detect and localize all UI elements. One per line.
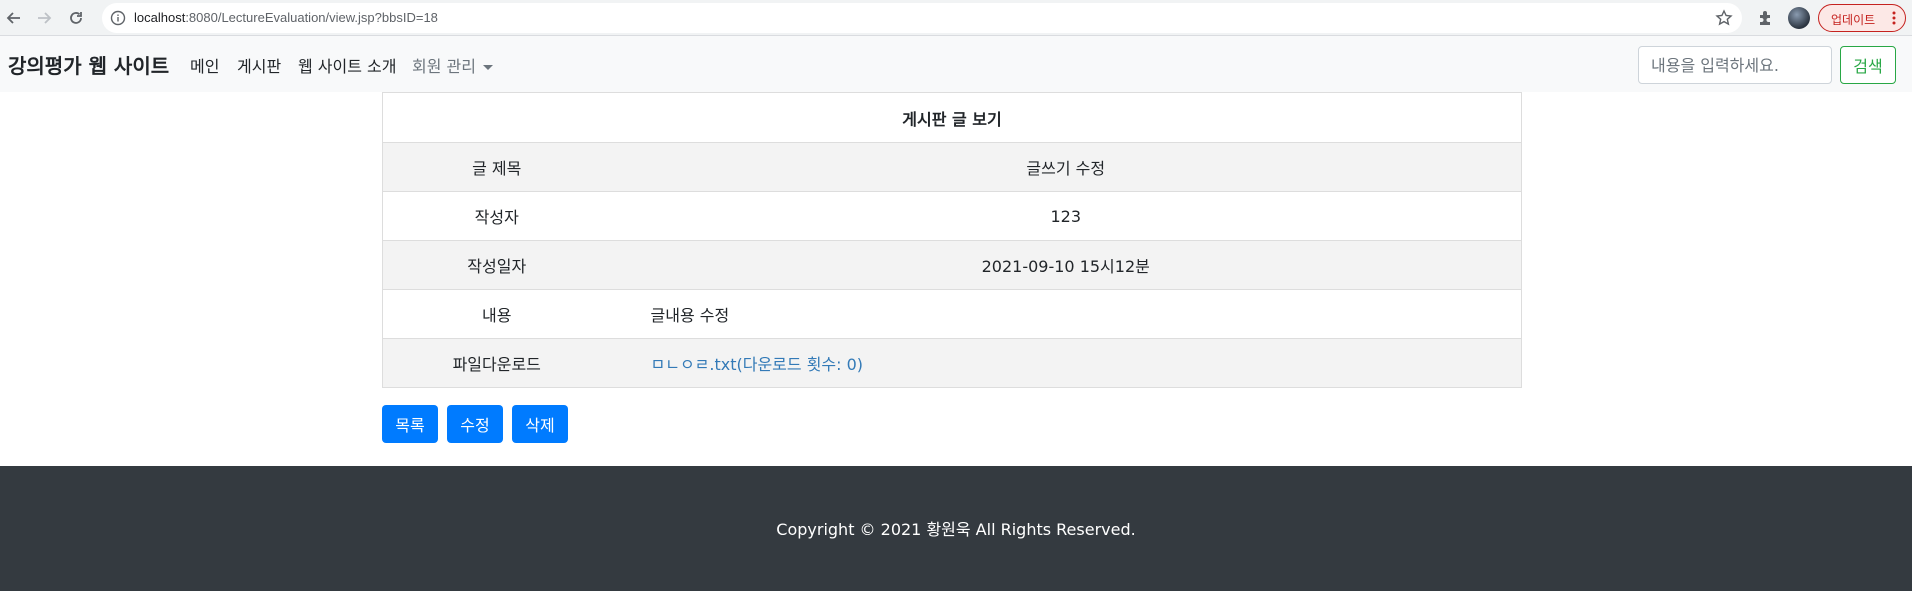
board-view-table: 게시판 글 보기 글 제목 글쓰기 수정 작성자 123 작성일자 2021-0… xyxy=(382,92,1522,388)
row-label-content: 내용 xyxy=(382,289,611,339)
list-button[interactable]: 목록 xyxy=(382,405,438,443)
caret-down-icon xyxy=(482,65,493,70)
copyright-text: Copyright © 2021 황원욱 All Rights Reserved… xyxy=(776,520,1136,539)
row-label-author: 작성자 xyxy=(382,191,611,241)
post-content: 글내용 수정 xyxy=(610,289,1522,339)
nav-link-board[interactable]: 게시판 xyxy=(237,53,281,77)
url-host: localhost xyxy=(134,10,186,25)
row-label-title: 글 제목 xyxy=(382,142,611,192)
table-row-content: 내용 글내용 수정 xyxy=(382,289,1522,339)
site-navbar: 강의평가 웹 사이트 메인 게시판 웹 사이트 소개 회원 관리 검색 xyxy=(0,36,1912,92)
table-header-row: 게시판 글 보기 xyxy=(382,92,1522,143)
table-heading: 게시판 글 보기 xyxy=(382,92,1522,143)
nav-link-about[interactable]: 웹 사이트 소개 xyxy=(298,53,397,77)
table-row-title: 글 제목 글쓰기 수정 xyxy=(382,142,1522,192)
search-input[interactable] xyxy=(1638,46,1832,84)
reload-icon[interactable] xyxy=(66,8,86,28)
row-label-date: 작성일자 xyxy=(382,240,611,290)
delete-button[interactable]: 삭제 xyxy=(512,405,568,443)
bookmark-star-icon[interactable] xyxy=(1714,8,1734,28)
address-bar[interactable]: localhost:8080/LectureEvaluation/view.js… xyxy=(102,3,1742,33)
forward-arrow-icon[interactable] xyxy=(34,8,54,28)
post-author: 123 xyxy=(610,191,1522,241)
table-row-author: 작성자 123 xyxy=(382,191,1522,241)
back-arrow-icon[interactable] xyxy=(4,8,24,28)
edit-button[interactable]: 수정 xyxy=(447,405,503,443)
url-text: localhost:8080/LectureEvaluation/view.js… xyxy=(134,10,438,25)
extensions-puzzle-icon[interactable] xyxy=(1756,8,1776,28)
nav-link-main[interactable]: 메인 xyxy=(190,53,219,77)
url-path: :8080/LectureEvaluation/view.jsp?bbsID=1… xyxy=(185,10,438,25)
site-footer: Copyright © 2021 황원욱 All Rights Reserved… xyxy=(0,466,1912,591)
navbar-brand[interactable]: 강의평가 웹 사이트 xyxy=(8,50,169,79)
browser-update-button[interactable]: 업데이트 xyxy=(1818,4,1906,32)
post-title: 글쓰기 수정 xyxy=(610,142,1522,192)
table-row-file: 파일다운로드 ㅁㄴㅇㄹ.txt(다운로드 횟수: 0) xyxy=(382,338,1522,388)
file-download-link[interactable]: ㅁㄴㅇㄹ.txt(다운로드 횟수: 0) xyxy=(651,355,864,374)
search-button[interactable]: 검색 xyxy=(1840,46,1896,84)
browser-toolbar: localhost:8080/LectureEvaluation/view.js… xyxy=(0,0,1912,36)
file-cell: ㅁㄴㅇㄹ.txt(다운로드 횟수: 0) xyxy=(610,338,1522,388)
profile-avatar[interactable] xyxy=(1788,7,1810,29)
post-date: 2021-09-10 15시12분 xyxy=(610,240,1522,290)
member-dropdown-label: 회원 관리 xyxy=(412,57,476,76)
update-label: 업데이트 xyxy=(1831,13,1876,27)
table-row-date: 작성일자 2021-09-10 15시12분 xyxy=(382,240,1522,290)
site-info-icon[interactable] xyxy=(110,10,126,26)
member-dropdown-toggle[interactable]: 회원 관리 xyxy=(412,53,493,77)
more-menu-icon xyxy=(1891,9,1897,27)
row-label-file: 파일다운로드 xyxy=(382,338,611,388)
